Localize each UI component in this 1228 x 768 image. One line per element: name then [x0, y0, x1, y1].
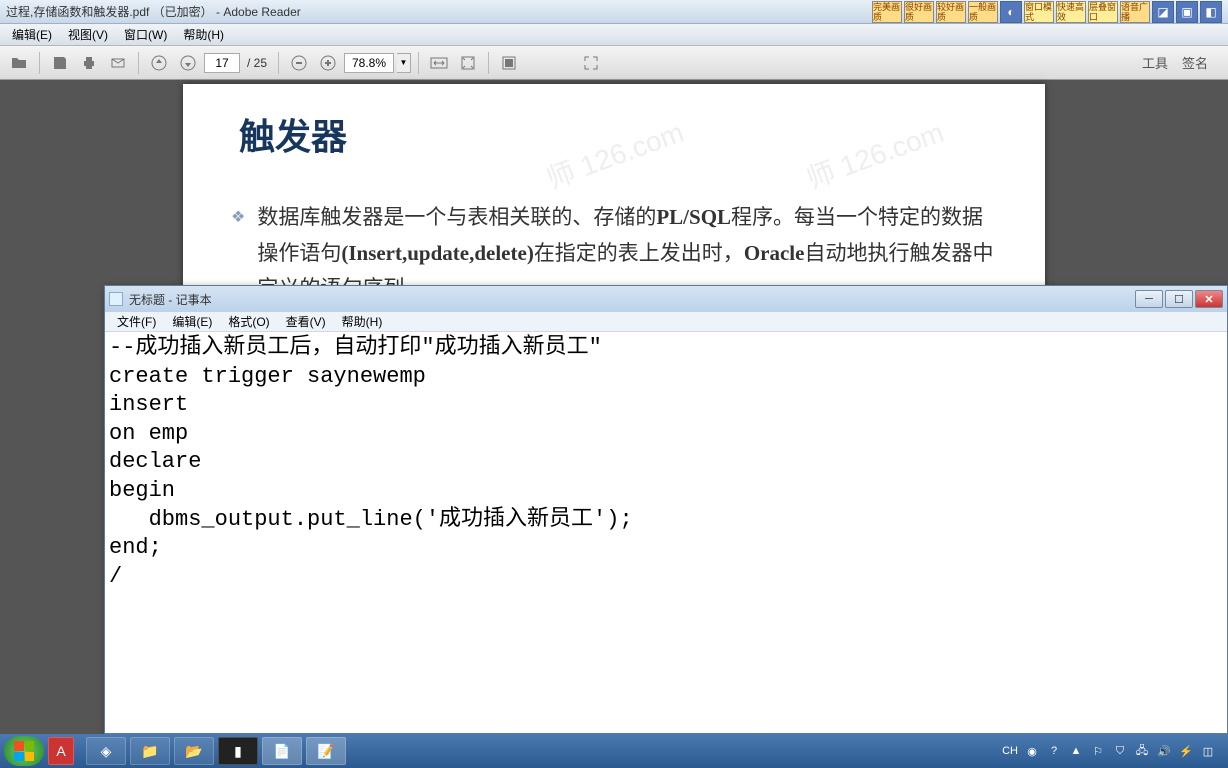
- pdf-heading: 触发器: [239, 108, 997, 160]
- ext-icon-3[interactable]: ◧: [1200, 1, 1222, 23]
- toolbar-right: 工具 签名: [1142, 53, 1222, 72]
- zoom-in-icon[interactable]: [315, 50, 341, 76]
- reader-toolbar: / 25 ▼ 工具 签名: [0, 46, 1228, 80]
- ext-btn-better[interactable]: 较好画质: [936, 1, 966, 23]
- page-down-icon[interactable]: [175, 50, 201, 76]
- task-sep: [78, 737, 82, 765]
- fit-page-icon[interactable]: [455, 50, 481, 76]
- zoom-dropdown[interactable]: ▼: [397, 53, 411, 73]
- zoom-out-icon[interactable]: [286, 50, 312, 76]
- menu-help[interactable]: 帮助(H): [175, 24, 232, 45]
- save-icon[interactable]: [47, 50, 73, 76]
- reader-menubar: 编辑(E) 视图(V) 窗口(W) 帮助(H): [0, 24, 1228, 46]
- tray-misc-icon[interactable]: ◫: [1200, 743, 1216, 759]
- open-icon[interactable]: [6, 50, 32, 76]
- print-icon[interactable]: [76, 50, 102, 76]
- tray-power-icon[interactable]: ⚡: [1178, 743, 1194, 759]
- notepad-menubar: 文件(F) 编辑(E) 格式(O) 查看(V) 帮助(H): [105, 312, 1227, 332]
- ext-icon-1[interactable]: ◪: [1152, 1, 1174, 23]
- ext-btn-good[interactable]: 很好画质: [904, 1, 934, 23]
- reader-titlebar: 过程,存储函数和触发器.pdf （已加密） - Adobe Reader 完美画…: [0, 0, 1228, 24]
- ext-btn-window[interactable]: 窗口模式: [1024, 1, 1054, 23]
- np-menu-file[interactable]: 文件(F): [109, 312, 164, 331]
- ext-btn-voice[interactable]: 语音广播: [1120, 1, 1150, 23]
- window-buttons: ─ ☐ ✕: [1133, 290, 1223, 308]
- ext-btn-perfect[interactable]: 完美画质: [872, 1, 902, 23]
- ime-indicator[interactable]: CH: [1002, 745, 1018, 757]
- ext-btn-normal[interactable]: 一般画质: [968, 1, 998, 23]
- sign-link[interactable]: 签名: [1182, 53, 1208, 72]
- tray-circle-icon[interactable]: ◉: [1024, 743, 1040, 759]
- start-button[interactable]: [4, 736, 44, 766]
- task-explorer-icon[interactable]: 📁: [130, 737, 170, 765]
- tray-flag-icon[interactable]: ⚐: [1090, 743, 1106, 759]
- notepad-window: 无标题 - 记事本 ─ ☐ ✕ 文件(F) 编辑(E) 格式(O) 查看(V) …: [104, 285, 1228, 734]
- external-toolbar: 完美画质 很好画质 较好画质 一般画质 ◐ 窗口模式 快速高效 层叠窗口 语音广…: [872, 1, 1222, 23]
- notepad-icon: [109, 292, 123, 306]
- page-up-icon[interactable]: [146, 50, 172, 76]
- menu-view[interactable]: 视图(V): [60, 24, 116, 45]
- tools-link[interactable]: 工具: [1142, 53, 1168, 72]
- notepad-titlebar[interactable]: 无标题 - 记事本 ─ ☐ ✕: [105, 286, 1227, 312]
- separator: [418, 52, 419, 74]
- page-total: / 25: [243, 56, 271, 70]
- reader-title: 过程,存储函数和触发器.pdf （已加密） - Adobe Reader: [6, 3, 872, 20]
- np-menu-format[interactable]: 格式(O): [220, 312, 277, 331]
- ext-globe-icon[interactable]: ◐: [1000, 1, 1022, 23]
- ext-btn-fast[interactable]: 快速高效: [1056, 1, 1086, 23]
- page-input[interactable]: [204, 53, 240, 73]
- fit-width-icon[interactable]: [426, 50, 452, 76]
- tray-net-icon[interactable]: 🖧: [1134, 743, 1150, 759]
- task-pdf-icon[interactable]: A: [48, 737, 74, 765]
- ext-btn-cascade[interactable]: 层叠窗口: [1088, 1, 1118, 23]
- np-menu-edit[interactable]: 编辑(E): [164, 312, 220, 331]
- fullscreen-icon[interactable]: [578, 50, 604, 76]
- np-menu-view[interactable]: 查看(V): [278, 312, 334, 331]
- minimize-button[interactable]: ─: [1135, 290, 1163, 308]
- task-cmd-icon[interactable]: ▮: [218, 737, 258, 765]
- menu-window[interactable]: 窗口(W): [116, 24, 175, 45]
- close-button[interactable]: ✕: [1195, 290, 1223, 308]
- separator: [138, 52, 139, 74]
- tray-vol-icon[interactable]: 🔊: [1156, 743, 1172, 759]
- tray-up-icon[interactable]: ▲: [1068, 743, 1084, 759]
- separator: [39, 52, 40, 74]
- task-notepad-icon[interactable]: 📝: [306, 737, 346, 765]
- tray-shield-icon[interactable]: ⛉: [1112, 743, 1128, 759]
- system-tray: CH ◉ ? ▲ ⚐ ⛉ 🖧 🔊 ⚡ ◫: [1002, 743, 1224, 759]
- menu-edit[interactable]: 编辑(E): [4, 24, 60, 45]
- task-folder-icon[interactable]: 📂: [174, 737, 214, 765]
- task-cube-icon[interactable]: ◈: [86, 737, 126, 765]
- np-menu-help[interactable]: 帮助(H): [334, 312, 391, 331]
- taskbar: A ◈ 📁 📂 ▮ 📄 📝 CH ◉ ? ▲ ⚐ ⛉ 🖧 🔊 ⚡ ◫: [0, 734, 1228, 768]
- mail-icon[interactable]: [105, 50, 131, 76]
- reading-mode-icon[interactable]: [496, 50, 522, 76]
- zoom-input[interactable]: [344, 53, 394, 73]
- notepad-content[interactable]: --成功插入新员工后，自动打印"成功插入新员工" create trigger …: [105, 332, 1227, 733]
- ext-icon-2[interactable]: ▣: [1176, 1, 1198, 23]
- maximize-button[interactable]: ☐: [1165, 290, 1193, 308]
- separator: [488, 52, 489, 74]
- tray-help-icon[interactable]: ?: [1046, 743, 1062, 759]
- task-reader-icon[interactable]: 📄: [262, 737, 302, 765]
- separator: [278, 52, 279, 74]
- notepad-title: 无标题 - 记事本: [129, 291, 1133, 308]
